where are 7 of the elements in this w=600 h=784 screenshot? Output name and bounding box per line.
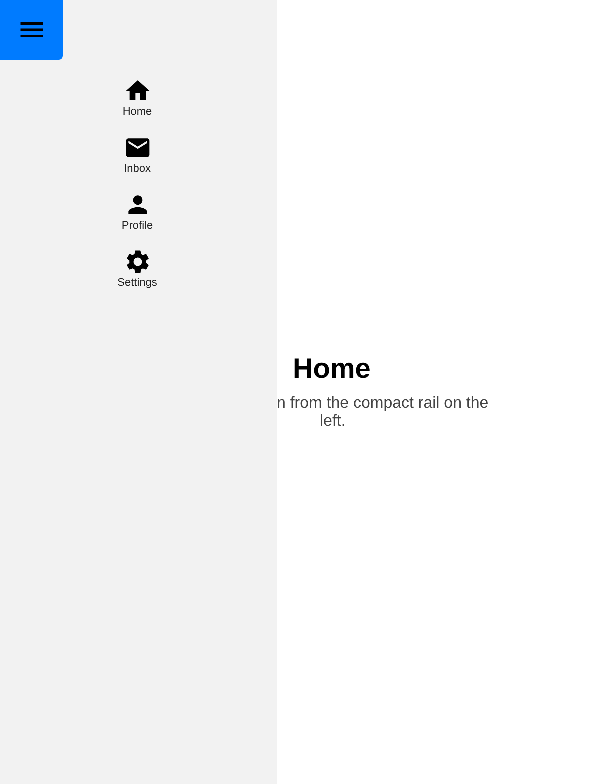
rail-item[interactable]: Inbox: [124, 134, 152, 176]
rail-item[interactable]: Settings: [118, 248, 158, 290]
menu-button[interactable]: [0, 0, 63, 60]
rail-item[interactable]: Profile: [122, 191, 154, 233]
page-description: n from the compact rail on the left.: [277, 395, 489, 431]
rail-item[interactable]: Home: [122, 77, 152, 119]
page-heading: Home: [293, 352, 371, 386]
